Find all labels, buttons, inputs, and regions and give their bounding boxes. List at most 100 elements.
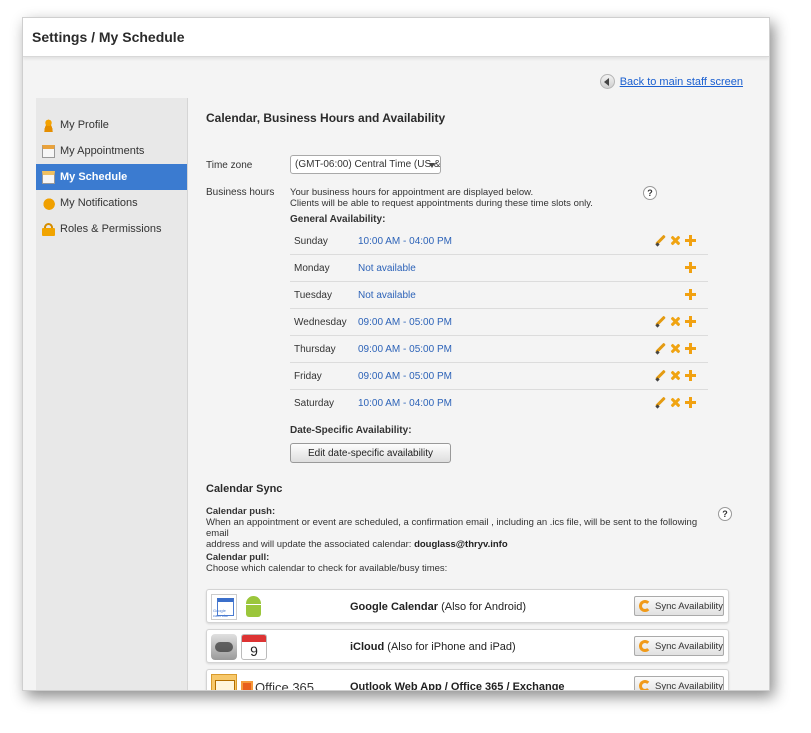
general-availability-heading: General Availability:	[290, 214, 386, 225]
calendar-push-text: When an appointment or event are schedul…	[206, 517, 716, 550]
day-hours: Not available	[358, 289, 416, 301]
push-email: douglass@thryv.info	[414, 539, 508, 550]
edit-pencil-icon[interactable]	[655, 343, 666, 354]
add-plus-icon[interactable]	[685, 343, 696, 354]
calendar-push-line2-text: address and will update the associated c…	[206, 539, 412, 550]
table-row: Thursday 09:00 AM - 05:00 PM	[290, 336, 708, 363]
calendar-push-line1: When an appointment or event are schedul…	[206, 517, 698, 539]
edit-pencil-icon[interactable]	[655, 316, 666, 327]
icloud-icon	[211, 634, 237, 660]
gcal-caption: Google calendar	[213, 608, 229, 618]
office-text: Office 365	[255, 679, 315, 691]
office365-logo: Office 365	[241, 674, 315, 691]
notifications-icon	[42, 196, 55, 210]
android-icon	[241, 594, 267, 620]
timezone-value: (GMT-06:00) Central Time (US &	[295, 159, 441, 170]
calendar-sync-title: Calendar Sync	[206, 483, 283, 495]
table-row: Saturday 10:00 AM - 04:00 PM	[290, 390, 708, 417]
table-row: Tuesday Not available	[290, 282, 708, 309]
delete-x-icon[interactable]	[670, 343, 681, 354]
back-link-container: Back to main staff screen	[599, 74, 743, 89]
table-row: Monday Not available	[290, 255, 708, 282]
section-title: Calendar, Business Hours and Availabilit…	[206, 111, 446, 125]
table-row: Wednesday 09:00 AM - 05:00 PM	[290, 309, 708, 336]
add-plus-icon[interactable]	[685, 235, 696, 246]
add-plus-icon[interactable]	[685, 370, 696, 381]
sidebar-item-my-schedule[interactable]: My Schedule	[36, 164, 187, 190]
ical-day: 9	[250, 643, 258, 659]
service-name: Google Calendar	[350, 601, 439, 613]
timezone-select[interactable]: (GMT-06:00) Central Time (US &	[290, 155, 441, 174]
edit-pencil-icon[interactable]	[655, 370, 666, 381]
refresh-icon	[639, 600, 651, 612]
edit-date-specific-button[interactable]: Edit date-specific availability	[290, 443, 451, 463]
delete-x-icon[interactable]	[670, 370, 681, 381]
sync-button-label: Sync Availability	[655, 640, 723, 652]
title-bar: Settings / My Schedule	[23, 18, 769, 57]
ical-calendar-icon: 9	[241, 634, 267, 660]
business-hours-help-icon[interactable]: ?	[643, 186, 657, 200]
page-title: Settings / My Schedule	[32, 29, 185, 45]
refresh-icon	[639, 680, 651, 690]
business-hours-description: Your business hours for appointment are …	[290, 187, 593, 209]
sync-button-label: Sync Availability	[655, 680, 723, 691]
delete-x-icon[interactable]	[670, 235, 681, 246]
service-note: (Also for iPhone and iPad)	[387, 641, 516, 653]
day-hours: Not available	[358, 262, 416, 274]
day-name: Wednesday	[294, 316, 347, 328]
back-arrow-icon[interactable]	[599, 74, 615, 89]
lock-icon	[42, 222, 55, 236]
business-hours-desc-line2: Clients will be able to request appointm…	[290, 198, 593, 209]
sidebar-item-label: My Profile	[60, 119, 109, 131]
delete-x-icon[interactable]	[670, 397, 681, 408]
service-name: iCloud	[350, 641, 385, 653]
service-label: Outlook Web App / Office 365 / Exchange	[350, 681, 565, 691]
sidebar-item-label: My Notifications	[60, 197, 138, 209]
service-name: Outlook Web App / Office 365 / Exchange	[350, 681, 565, 691]
day-name: Saturday	[294, 398, 335, 409]
schedule-icon	[42, 170, 55, 184]
service-label: Google Calendar (Also for Android)	[350, 601, 526, 613]
calendar-pull-text: Choose which calendar to check for avail…	[206, 563, 448, 574]
calendar-pull-heading: Calendar pull:	[206, 552, 270, 563]
delete-x-icon[interactable]	[670, 316, 681, 327]
edit-pencil-icon[interactable]	[655, 235, 666, 246]
sync-card-outlook: Office 365 Outlook Web App / Office 365 …	[206, 669, 729, 691]
table-row: Friday 09:00 AM - 05:00 PM	[290, 363, 708, 390]
sync-button-label: Sync Availability	[655, 600, 723, 612]
add-plus-icon[interactable]	[685, 289, 696, 300]
sidebar-item-my-profile[interactable]: My Profile	[36, 112, 187, 138]
day-name: Thursday	[294, 343, 336, 355]
calendar-push-heading: Calendar push:	[206, 506, 276, 517]
calendar-push-help-icon[interactable]: ?	[718, 507, 732, 521]
timezone-label: Time zone	[206, 160, 253, 171]
sidebar-item-roles-permissions[interactable]: Roles & Permissions	[36, 216, 187, 242]
availability-table: Sunday 10:00 AM - 04:00 PM Monday Not av…	[290, 228, 708, 417]
main-content: Calendar, Business Hours and Availabilit…	[187, 98, 769, 691]
table-row: Sunday 10:00 AM - 04:00 PM	[290, 228, 708, 255]
day-name: Friday	[294, 370, 322, 382]
add-plus-icon[interactable]	[685, 397, 696, 408]
service-label: iCloud (Also for iPhone and iPad)	[350, 641, 516, 653]
sidebar-item-label: My Schedule	[60, 171, 128, 183]
service-note: (Also for Android)	[441, 601, 527, 613]
chevron-down-icon	[429, 163, 435, 168]
day-name: Monday	[294, 262, 330, 274]
sync-card-google: Google calendar Google Calendar (Also fo…	[206, 589, 729, 623]
add-plus-icon[interactable]	[685, 262, 696, 273]
date-specific-heading: Date-Specific Availability:	[290, 425, 412, 436]
sidebar: My Profile My Appointments My Schedule M…	[36, 98, 187, 690]
app-window: Settings / My Schedule Back to main staf…	[22, 17, 770, 691]
business-hours-label: Business hours	[206, 187, 275, 198]
sidebar-item-my-appointments[interactable]: My Appointments	[36, 138, 187, 164]
edit-pencil-icon[interactable]	[655, 397, 666, 408]
profile-icon	[42, 118, 55, 132]
sidebar-item-label: Roles & Permissions	[60, 223, 162, 235]
calendar-push-line2: address and will update the associated c…	[206, 539, 716, 550]
add-plus-icon[interactable]	[685, 316, 696, 327]
sidebar-item-my-notifications[interactable]: My Notifications	[36, 190, 187, 216]
back-to-staff-link[interactable]: Back to main staff screen	[620, 76, 743, 88]
sync-availability-button[interactable]: Sync Availability	[634, 676, 724, 691]
sync-availability-button[interactable]: Sync Availability	[634, 636, 724, 656]
sync-availability-button[interactable]: Sync Availability	[634, 596, 724, 616]
